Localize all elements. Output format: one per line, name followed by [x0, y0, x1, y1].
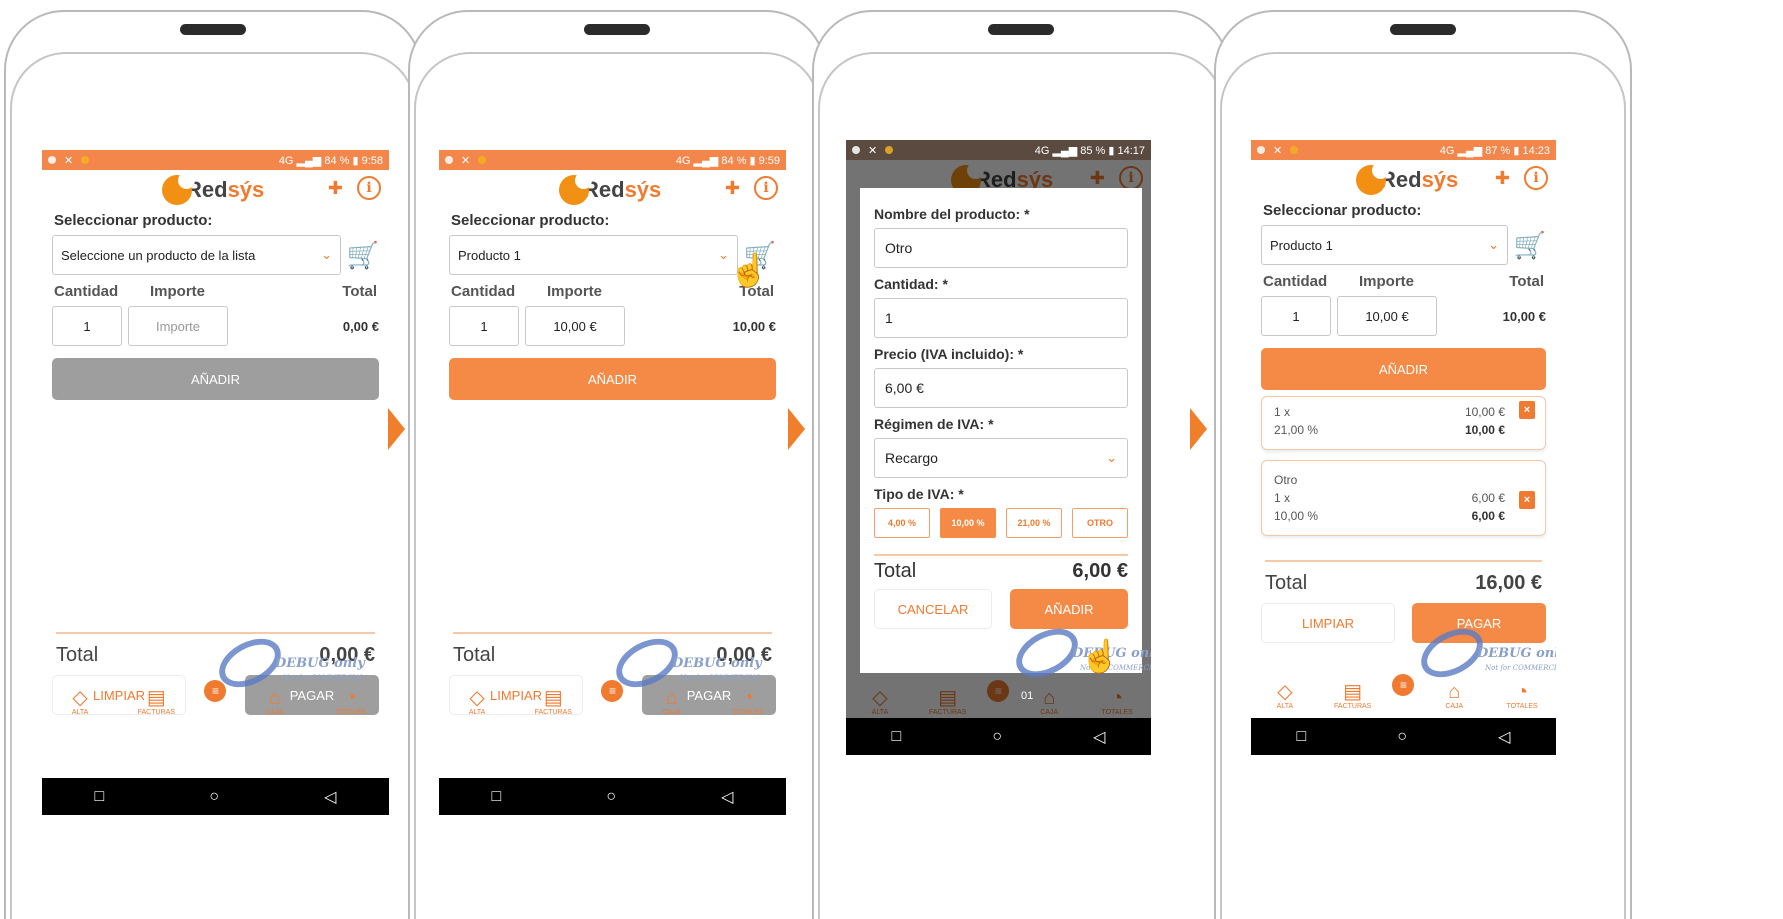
nav-caja[interactable]: ⌂ CAJA [247, 687, 303, 716]
line-total: 10,00 € [732, 318, 776, 334]
nav-alta[interactable]: ◇ ALTA [1257, 681, 1313, 710]
nav-totales[interactable]: ◔ TOTALES [1494, 681, 1550, 710]
system-nav-bar: □ ○ ◁ [42, 778, 389, 815]
nav-totales[interactable]: ◔ TOTALES [720, 687, 776, 716]
recent-apps-button[interactable]: □ [95, 788, 105, 806]
info-icon[interactable]: i [754, 176, 778, 200]
add-user-icon[interactable]: ✚ [725, 178, 740, 199]
quantity-input[interactable]: 1 [1261, 296, 1331, 336]
home-button[interactable]: ○ [209, 788, 219, 806]
nav-alta[interactable]: ◇ ALTA [449, 687, 505, 716]
custom-product-dialog: Nombre del producto: * Otro Cantidad: * … [860, 188, 1142, 673]
chevron-down-icon: ⌄ [1106, 450, 1117, 465]
add-user-icon[interactable]: ✚ [328, 178, 343, 199]
tag-icon: ◇ [72, 687, 88, 709]
list-item[interactable]: 1 x 10,00 € 21,00 % 10,00 € × [1261, 396, 1546, 450]
add-button[interactable]: AÑADIR [1261, 348, 1546, 390]
nav-facturas[interactable]: ▤ FACTURAS [128, 687, 184, 716]
cart-icon[interactable]: 🛒 [341, 240, 379, 271]
back-button[interactable]: ◁ [324, 787, 336, 807]
pointing-hand-icon: ☝ [729, 252, 769, 288]
register-icon: ⌂ [268, 687, 281, 709]
nav-totales[interactable]: ◔ TOTALES [323, 687, 379, 716]
product-select[interactable]: Seleccione un producto de la lista ⌄ [52, 235, 341, 275]
vat-option-other[interactable]: OTRO [1072, 508, 1128, 538]
dialog-add-button[interactable]: AÑADIR [1010, 589, 1128, 629]
chart-icon: ◔ [344, 687, 357, 709]
product-select[interactable]: Producto 1 ⌄ [1261, 225, 1508, 265]
step-arrow-3 [1190, 408, 1207, 450]
bottom-nav: ◇ALTA ▤FACTURAS ≡ ⌂CAJA ◔TOTALES [439, 670, 786, 720]
add-user-icon[interactable]: ✚ [1495, 168, 1510, 189]
badge-counter: 01 [1021, 690, 1034, 702]
redsys-logo: Redsýs [1356, 162, 1458, 195]
menu-icon[interactable]: ≡ [601, 680, 624, 702]
amount-input[interactable]: 10,00 € [1337, 296, 1437, 336]
clear-button[interactable]: LIMPIAR [1261, 603, 1395, 643]
status-bar: ✕ 4G ▂▄▆ 84 % ▮ 9:58 [42, 150, 389, 170]
trash-icon[interactable]: × [1519, 491, 1535, 509]
chevron-down-icon: ⌄ [718, 247, 729, 262]
list-item[interactable]: Otro 1 x 6,00 € 10,00 % 6,00 € × [1261, 460, 1546, 536]
nav-alta[interactable]: ◇ ALTA [52, 687, 108, 716]
step-arrow-2 [788, 408, 805, 450]
screen-2: ✕ 4G ▂▄▆ 84 % ▮ 9:59 Redsýs ✚ i Seleccion… [439, 150, 786, 815]
nav-facturas[interactable]: ▤ FACTURAS [1325, 681, 1381, 710]
total-value: 0,00 € [716, 644, 772, 666]
status-bar: ✕ 4G ▂▄▆ 85 % ▮ 14:17 [846, 140, 1151, 160]
total-value: 0,00 € [319, 644, 375, 666]
tutorial-stage: ✕ 4G ▂▄▆ 84 % ▮ 9:58 Redsýs ✚ i Seleccion… [0, 0, 1783, 919]
total-value: 16,00 € [1475, 572, 1542, 594]
dialog-total: 6,00 € [1072, 560, 1128, 582]
vat-regime-select[interactable]: Recargo ⌄ [874, 438, 1128, 478]
status-bar: ✕ 4G ▂▄▆ 84 % ▮ 9:59 [439, 150, 786, 170]
nav-caja[interactable]: ⌂ CAJA [644, 687, 700, 716]
redsys-logo: Redsýs [559, 172, 661, 205]
cancel-button[interactable]: CANCELAR [874, 589, 992, 629]
invoice-icon: ▤ [146, 687, 166, 709]
screen-1: ✕ 4G ▂▄▆ 84 % ▮ 9:58 Redsýs ✚ i Seleccion… [42, 150, 389, 815]
line-total: 0,00 € [342, 318, 379, 334]
menu-icon[interactable]: ≡ [204, 680, 227, 702]
bottom-nav: ◇ALTA ▤FACTURAS ≡ ⌂CAJA ◔TOTALES [42, 670, 389, 720]
vat-type-options: 4,00 % 10,00 % 21,00 % OTRO [874, 508, 1128, 538]
product-select[interactable]: Producto 1 ⌄ [449, 235, 738, 275]
trash-icon[interactable]: × [1519, 401, 1535, 419]
notif-icon: ✕ [64, 154, 74, 167]
speaker [180, 24, 246, 35]
app-header: Redsýs ✚ i [42, 170, 389, 210]
pay-button[interactable]: PAGAR [1412, 603, 1546, 643]
menu-icon[interactable]: ≡ [1392, 674, 1415, 696]
price-input[interactable]: 6,00 € [874, 368, 1128, 408]
pointing-hand-icon: ☝ [1080, 638, 1120, 674]
vat-option-4[interactable]: 4,00 % [874, 508, 930, 538]
vat-option-21[interactable]: 21,00 % [1006, 508, 1062, 538]
bottom-nav: ◇ALTA ▤FACTURAS ≡ ⌂CAJA ◔TOTALES [1251, 664, 1556, 714]
add-button[interactable]: AÑADIR [449, 358, 776, 400]
info-icon[interactable]: i [1524, 166, 1548, 190]
add-button[interactable]: AÑADIR [52, 358, 379, 400]
vat-option-10[interactable]: 10,00 % [940, 508, 996, 538]
product-name-input[interactable]: Otro [874, 228, 1128, 268]
status-bar: ✕ 4G ▂▄▆ 87 % ▮ 14:23 [1251, 140, 1556, 160]
amount-input[interactable]: Importe [128, 306, 228, 346]
screen-3: ✕ 4G ▂▄▆ 85 % ▮ 14:17 Redsýs ✚i ◇ALTA ▤F… [846, 140, 1151, 755]
chevron-down-icon: ⌄ [321, 247, 332, 262]
quantity-input[interactable]: 1 [449, 306, 519, 346]
redsys-logo: Redsýs [162, 172, 264, 205]
info-icon[interactable]: i [357, 176, 381, 200]
nav-facturas[interactable]: ▤ FACTURAS [525, 687, 581, 716]
quantity-input[interactable]: 1 [52, 306, 122, 346]
quantity-input[interactable]: 1 [874, 298, 1128, 338]
screen-4: ✕ 4G ▂▄▆ 87 % ▮ 14:23 Redsýs ✚ i Seleccio… [1251, 140, 1556, 755]
nav-caja[interactable]: ⌂ CAJA [1426, 681, 1482, 710]
step-arrow-1 [388, 408, 405, 450]
cart-icon[interactable]: 🛒 [1508, 230, 1546, 261]
select-product-label: Seleccionar producto: [54, 212, 213, 229]
amount-input[interactable]: 10,00 € [525, 306, 625, 346]
